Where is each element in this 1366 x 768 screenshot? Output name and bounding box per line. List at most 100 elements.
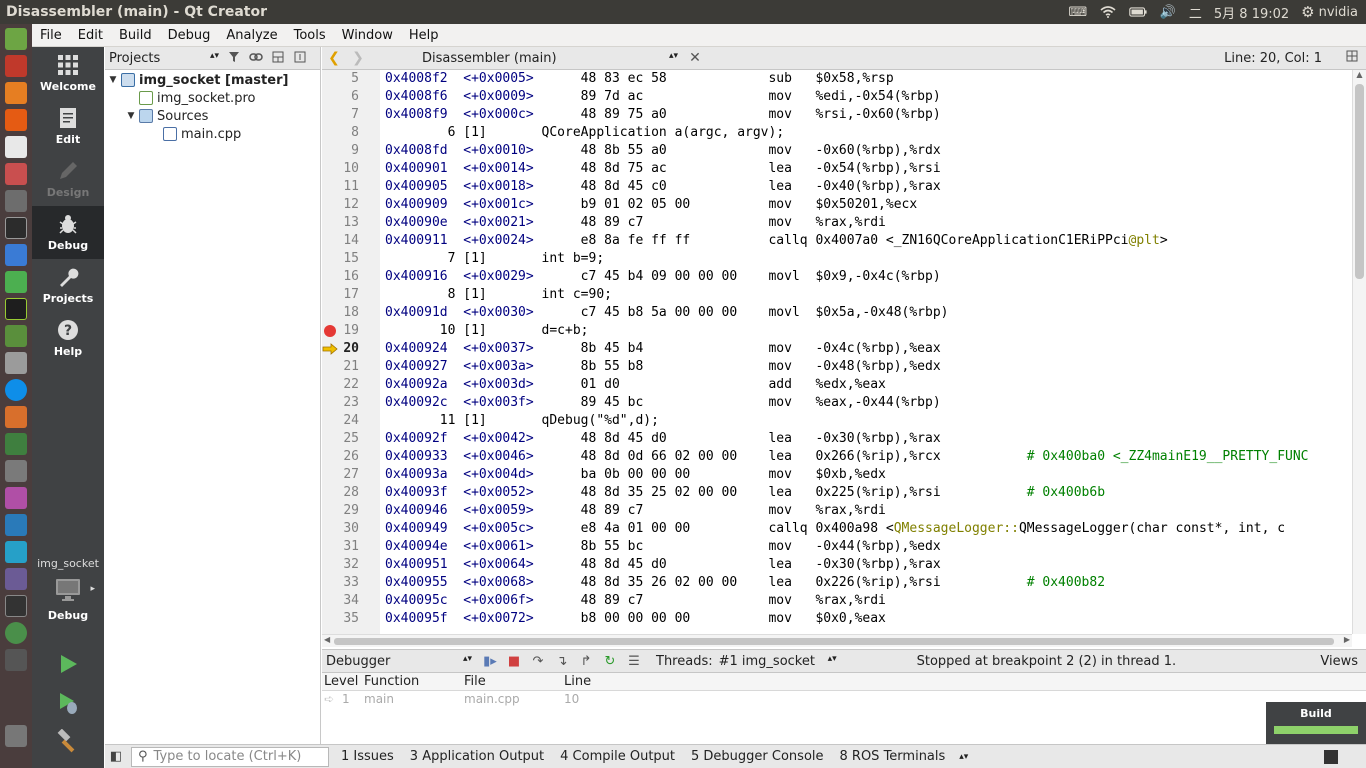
app-launcher-icon[interactable] xyxy=(5,244,27,266)
teamviewer-launcher-icon[interactable] xyxy=(5,379,27,401)
close-document-icon[interactable]: ✕ xyxy=(684,50,706,66)
app-launcher-icon[interactable] xyxy=(5,190,27,212)
app-launcher-icon[interactable] xyxy=(5,271,27,293)
disassembly-line[interactable]: 13 0x40090e <+0x0021> 48 89 c7 mov %rax,%rdi xyxy=(322,214,1352,232)
expand-arrow-icon[interactable]: ▼ xyxy=(107,75,119,85)
trash-launcher-icon[interactable] xyxy=(5,725,27,747)
output-tab[interactable]: 3 Application Output xyxy=(402,749,552,764)
disassembly-line[interactable]: 15 7 [1] int b=9; xyxy=(322,250,1352,268)
mode-help[interactable]: ? Help xyxy=(32,312,104,365)
disassembly-line[interactable]: 22 0x40092a <+0x003d> 01 d0 add %edx,%eax xyxy=(322,376,1352,394)
disassembly-line[interactable]: 10 0x400901 <+0x0014> 48 8d 75 ac lea -0x54(%… xyxy=(322,160,1352,178)
toggle-sidebar-icon[interactable]: ◧ xyxy=(105,749,127,764)
disassembly-line[interactable]: 30 0x400949 <+0x005c> e8 4a 01 00 00 callq 0x… xyxy=(322,520,1352,538)
firefox-launcher-icon[interactable] xyxy=(5,109,27,131)
disassembly-line[interactable]: 33 0x400955 <+0x0068> 48 8d 35 26 02 00 00 l… xyxy=(322,574,1352,592)
toggle-progress-icon[interactable] xyxy=(1324,749,1338,764)
disassembly-line[interactable]: 28 0x40093f <+0x0052> 48 8d 35 25 02 00 00 l… xyxy=(322,484,1352,502)
app-launcher-icon[interactable] xyxy=(5,649,27,671)
output-tab[interactable]: 5 Debugger Console xyxy=(683,749,832,764)
user-menu[interactable]: ⚙ nvidia xyxy=(1301,3,1358,21)
step-over-icon[interactable]: ↷ xyxy=(526,654,550,669)
build-progress[interactable]: Build xyxy=(1266,702,1366,744)
tree-item-sources[interactable]: ▼ Sources xyxy=(105,107,320,125)
disassembly-line[interactable]: 34 0x40095c <+0x006f> 48 89 c7 mov %rax,%rdi xyxy=(322,592,1352,610)
open-documents-combo[interactable]: Disassembler (main) ▴▾ xyxy=(422,51,684,66)
restart-icon[interactable]: ↻ xyxy=(598,654,622,669)
column-header[interactable]: Level xyxy=(324,674,358,689)
disassembly-line[interactable]: 12 0x400909 <+0x001c> b9 01 02 05 00 mov $0x5… xyxy=(322,196,1352,214)
text-editor-launcher-icon[interactable] xyxy=(5,136,27,158)
menu-edit[interactable]: Edit xyxy=(70,28,111,43)
views-button[interactable]: Views xyxy=(1320,654,1358,669)
mode-edit[interactable]: Edit xyxy=(32,100,104,153)
stack-row[interactable]: ➪ 1 main main.cpp 10 xyxy=(322,691,1266,709)
column-header[interactable]: Line xyxy=(564,674,591,689)
output-tab[interactable]: 4 Compile Output xyxy=(552,749,683,764)
menu-help[interactable]: Help xyxy=(401,28,447,43)
app-launcher-icon[interactable] xyxy=(5,352,27,374)
menu-build[interactable]: Build xyxy=(111,28,160,43)
column-header[interactable]: File xyxy=(464,674,486,689)
filter-icon[interactable] xyxy=(223,51,245,66)
mode-welcome[interactable]: Welcome xyxy=(32,47,104,100)
battery-icon[interactable] xyxy=(1129,5,1147,19)
disassembly-line[interactable]: 23 0x40092c <+0x003f> 89 45 bc mov %eax,-0x44… xyxy=(322,394,1352,412)
disassembly-line[interactable]: 31 0x40094e <+0x0061> 8b 55 bc mov -0x44(%rbp… xyxy=(322,538,1352,556)
disassembly-line[interactable]: 25 0x40092f <+0x0042> 48 8d 45 d0 lea -0x30(%… xyxy=(322,430,1352,448)
tree-item-project[interactable]: ▼ img_socket [master] xyxy=(105,71,320,89)
output-tab[interactable]: 8 ROS Terminals xyxy=(832,749,954,764)
close-pane-icon[interactable] xyxy=(289,51,311,66)
horizontal-scrollbar[interactable]: ◀ ▶ xyxy=(322,634,1352,647)
app-launcher-icon[interactable] xyxy=(5,433,27,455)
step-into-icon[interactable]: ↴ xyxy=(550,654,574,669)
scrollbar-thumb[interactable] xyxy=(334,638,1334,645)
expand-arrow-icon[interactable]: ▼ xyxy=(125,111,137,121)
projects-view-combo[interactable]: Projects ▴▾ xyxy=(105,51,223,66)
mode-projects[interactable]: Projects xyxy=(32,259,104,312)
mode-debug[interactable]: Debug xyxy=(32,206,104,259)
operate-by-instruction-icon[interactable]: ☰ xyxy=(622,654,646,669)
output-tab[interactable]: 1 Issues xyxy=(333,749,402,764)
disassembly-line[interactable]: 8 6 [1] QCoreApplication a(argc, argv); xyxy=(322,124,1352,142)
disassembly-line[interactable]: 20 0x400924 <+0x0037> 8b 45 b4 mov -0x4c(%rbp… xyxy=(322,340,1352,358)
volume-icon[interactable]: 🔊 xyxy=(1159,5,1177,20)
disassembly-line[interactable]: 21 0x400927 <+0x003a> 8b 55 b8 mov -0x48(%rbp… xyxy=(322,358,1352,376)
app-launcher-icon[interactable] xyxy=(5,595,27,617)
code-view[interactable]: 5 0x4008f2 <+0x0005> 48 83 ec 58 sub $0x58,%r… xyxy=(322,70,1352,634)
software-center-launcher-icon[interactable] xyxy=(5,82,27,104)
disassembly-line[interactable]: 35 0x40095f <+0x0072> b8 00 00 00 00 mov $0x0… xyxy=(322,610,1352,628)
vertical-scrollbar[interactable]: ▲ xyxy=(1352,70,1366,634)
app-launcher-icon[interactable] xyxy=(5,568,27,590)
threads-combo[interactable]: #1 img_socket ▴▾ xyxy=(713,654,843,669)
disassembly-line[interactable]: 24 11 [1] qDebug("%d",d); xyxy=(322,412,1352,430)
tool-launcher-icon[interactable] xyxy=(5,163,27,185)
build-button[interactable] xyxy=(32,723,104,759)
vscode-launcher-icon[interactable] xyxy=(5,514,27,536)
scroll-up-arrow-icon[interactable]: ▲ xyxy=(1353,70,1366,79)
scroll-right-arrow-icon[interactable]: ▶ xyxy=(1344,635,1350,644)
disassembly-line[interactable]: 5 0x4008f2 <+0x0005> 48 83 ec 58 sub $0x58,%r… xyxy=(322,70,1352,88)
locator-input[interactable]: ⚲ Type to locate (Ctrl+K) xyxy=(131,746,329,767)
stop-debugger-icon[interactable]: ■ xyxy=(502,654,526,669)
split-editor-icon[interactable] xyxy=(1346,50,1366,66)
split-icon[interactable] xyxy=(267,51,289,66)
disassembly-line[interactable]: 29 0x400946 <+0x0059> 48 89 c7 mov %rax,%rdi xyxy=(322,502,1352,520)
clock[interactable]: 5月 8 19:02 xyxy=(1214,3,1289,22)
qtcreator-launcher-icon[interactable] xyxy=(5,28,27,50)
run-button[interactable] xyxy=(32,646,104,682)
menu-analyze[interactable]: Analyze xyxy=(218,28,285,43)
terminal-launcher-icon[interactable] xyxy=(5,217,27,239)
back-arrow-icon[interactable]: ❮ xyxy=(322,50,346,66)
link-icon[interactable] xyxy=(245,51,267,65)
scrollbar-thumb[interactable] xyxy=(1355,84,1364,279)
menu-window[interactable]: Window xyxy=(334,28,401,43)
mode-design[interactable]: Design xyxy=(32,153,104,206)
debugger-combo[interactable]: Debugger ▴▾ xyxy=(322,654,478,669)
app-launcher-icon[interactable] xyxy=(5,406,27,428)
app-launcher-icon[interactable] xyxy=(5,55,27,77)
disassembly-line[interactable]: 17 8 [1] int c=90; xyxy=(322,286,1352,304)
tree-item-pro-file[interactable]: img_socket.pro xyxy=(105,89,320,107)
disassembly-line[interactable]: 9 0x4008fd <+0x0010> 48 8b 55 a0 mov -0x60(%r… xyxy=(322,142,1352,160)
start-debugging-button[interactable] xyxy=(32,685,104,721)
